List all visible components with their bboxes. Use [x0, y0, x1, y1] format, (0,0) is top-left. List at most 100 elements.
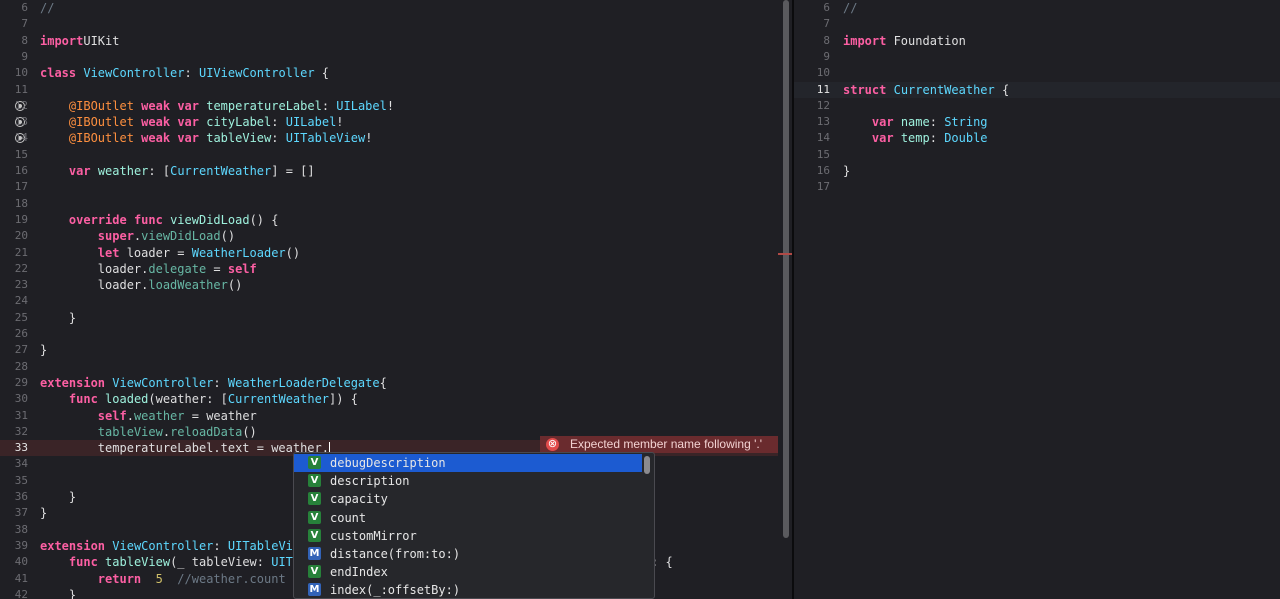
completion-item[interactable]: Mdistance(from:to:)	[294, 545, 642, 563]
code-text[interactable]: @IBOutlet weak var temperatureLabel: UIL…	[40, 98, 394, 114]
code-line[interactable]: 28	[0, 359, 778, 375]
error-banner[interactable]: ⊗ Expected member name following '.'	[540, 436, 778, 453]
completion-item[interactable]: Mindex(_:offsetBy:)	[294, 581, 642, 598]
line-number: 9	[21, 49, 28, 63]
code-line[interactable]: 7	[0, 16, 778, 32]
code-line[interactable]: 13 @IBOutlet weak var cityLabel: UILabel…	[0, 114, 778, 130]
code-line[interactable]: 21 let loader = WeatherLoader()	[0, 245, 778, 261]
code-line[interactable]: 6 //	[794, 0, 1280, 16]
code-text[interactable]: import Foundation	[843, 33, 966, 49]
code-text[interactable]: let loader = WeatherLoader()	[40, 245, 300, 261]
code-text[interactable]: @IBOutlet weak var cityLabel: UILabel!	[40, 114, 344, 130]
code-text[interactable]: func tableView(_ tableView: UITa	[40, 554, 300, 570]
code-text[interactable]: override func viewDidLoad() {	[40, 212, 279, 228]
code-token: loadWeather	[148, 278, 228, 293]
code-line[interactable]: 10 class ViewController: UIViewController…	[0, 65, 778, 81]
code-line[interactable]: 25 }	[0, 310, 778, 326]
code-line[interactable]: 31 self.weather = weather	[0, 408, 778, 424]
code-text[interactable]: //	[843, 0, 857, 16]
code-token: CurrentWeather	[170, 164, 272, 178]
code-line[interactable]: 11	[0, 82, 778, 98]
code-line[interactable]: 12 @IBOutlet weak var temperatureLabel: …	[0, 98, 778, 114]
code-text[interactable]: func loaded(weather: [CurrentWeather]) {	[40, 391, 358, 407]
code-text[interactable]: }	[40, 505, 47, 521]
code-line[interactable]: 17	[794, 179, 1280, 195]
line-number: 8	[823, 33, 830, 47]
code-text[interactable]: class ViewController: UIViewController {	[40, 65, 329, 81]
line-number: 21	[14, 245, 28, 259]
line-number: 17	[816, 180, 830, 194]
code-text[interactable]: var name: String	[843, 114, 988, 130]
code-line[interactable]: 8 import Foundation	[794, 33, 1280, 49]
code-token: !	[386, 98, 395, 113]
code-text[interactable]: extension ViewController: UITableVie	[40, 538, 300, 554]
code-text[interactable]: }	[40, 310, 76, 326]
code-line[interactable]: 22 loader.delegate = self	[0, 261, 778, 277]
code-text[interactable]: loader.loadWeather()	[40, 277, 243, 293]
code-text[interactable]: extension ViewController: WeatherLoaderD…	[40, 375, 387, 391]
code-text[interactable]: super.viewDidLoad()	[40, 228, 235, 244]
scrollbar-thumb[interactable]	[783, 0, 789, 538]
code-text[interactable]: }	[40, 587, 76, 599]
completion-item[interactable]: VendIndex	[294, 563, 642, 581]
code-text[interactable]: }	[40, 342, 47, 358]
code-completion-popup[interactable]: VdebugDescription Vdescription Vcapacity Vc…	[293, 452, 655, 599]
code-line[interactable]: 9	[0, 49, 778, 65]
code-line[interactable]: 23 loader.loadWeather()	[0, 277, 778, 293]
code-token: struct	[843, 82, 887, 97]
code-line[interactable]: 26	[0, 326, 778, 342]
code-text[interactable]: self.weather = weather	[40, 408, 257, 424]
code-text[interactable]: temperatureLabel.text = weather.	[40, 440, 330, 456]
code-line[interactable]: 6 //	[0, 0, 778, 16]
code-line[interactable]: 29 extension ViewController: WeatherLoade…	[0, 375, 778, 391]
code-line[interactable]: 17	[0, 179, 778, 195]
line-number: 13	[14, 115, 28, 129]
completion-scrollbar[interactable]	[644, 456, 650, 474]
code-token: weather	[133, 408, 185, 423]
code-text[interactable]: tableView.reloadData()	[40, 424, 257, 440]
code-line[interactable]: 27}	[0, 342, 778, 358]
code-line[interactable]: 13 var name: String	[794, 114, 1280, 130]
code-token: name	[900, 115, 930, 130]
code-line[interactable]: 7	[794, 16, 1280, 32]
right-source-editor[interactable]: 6 // 7 8 import Foundation 9 10 11 struct Curren…	[794, 0, 1280, 599]
completion-item[interactable]: Vcapacity	[294, 490, 642, 508]
code-token: Double	[944, 131, 988, 146]
code-text[interactable]: //	[40, 0, 54, 16]
code-token: UIViewController	[198, 66, 315, 81]
code-text[interactable]: importUIKit	[40, 33, 119, 49]
code-line[interactable]: 15	[794, 147, 1280, 163]
code-line[interactable]: 14 @IBOutlet weak var tableView: UITable…	[0, 130, 778, 146]
code-line[interactable]: 10	[794, 65, 1280, 81]
completion-item[interactable]: Vdescription	[294, 472, 642, 490]
code-line[interactable]: 24	[0, 293, 778, 309]
code-text[interactable]: @IBOutlet weak var tableView: UITableVie…	[40, 130, 373, 146]
code-text[interactable]: }	[40, 489, 76, 505]
code-text[interactable]: struct CurrentWeather {	[843, 82, 1009, 98]
code-line[interactable]: 8 importUIKit	[0, 33, 778, 49]
code-line[interactable]: 20 super.viewDidLoad()	[0, 228, 778, 244]
code-line[interactable]: 9	[794, 49, 1280, 65]
completion-item[interactable]: VcustomMirror	[294, 527, 642, 545]
code-line[interactable]: 12	[794, 98, 1280, 114]
code-text[interactable]: }	[843, 163, 850, 179]
code-line[interactable]: 18	[0, 196, 778, 212]
code-token: {	[379, 375, 387, 390]
code-line[interactable]: 16}	[794, 163, 1280, 179]
line-number: 17	[14, 180, 28, 194]
code-line[interactable]: 16 var weather: [CurrentWeather] = []	[0, 163, 778, 179]
code-line[interactable]: 14 var temp: Double	[794, 130, 1280, 146]
code-text[interactable]: loader.delegate = self	[40, 261, 257, 277]
code-text[interactable]: var weather: [CurrentWeather] = []	[40, 163, 315, 179]
code-line[interactable]: 19 override func viewDidLoad() {	[0, 212, 778, 228]
code-line[interactable]: 30 func loaded(weather: [CurrentWeather]…	[0, 391, 778, 407]
completion-item[interactable]: VdebugDescription	[294, 454, 642, 472]
code-text[interactable]: var temp: Double	[843, 130, 988, 146]
completion-item[interactable]: Vcount	[294, 509, 642, 527]
code-line[interactable]: 11 struct CurrentWeather {	[794, 81, 1280, 98]
code-token: UITableView	[285, 131, 366, 146]
code-text[interactable]: return 5 //weather.count	[40, 571, 286, 587]
code-line[interactable]: 15	[0, 147, 778, 163]
